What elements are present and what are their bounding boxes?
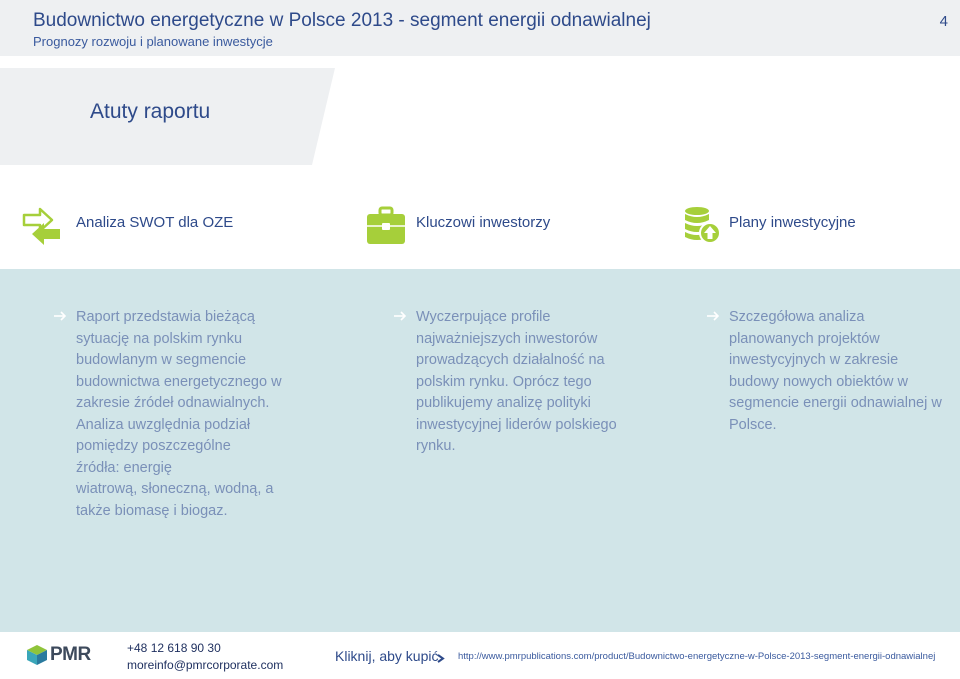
column-line: pomiędzy poszczególne — [76, 438, 231, 454]
page-header: Budownictwo energetyczne w Polsce 2013 -… — [0, 0, 960, 56]
column-line: budowy nowych obiektów w — [729, 373, 908, 390]
column-line: najważniejszych inwestorów — [416, 330, 598, 347]
column-line: wiatrową, słoneczną, wodną, a — [76, 481, 274, 497]
column-investors: Wyczerpujące profile najważniejszych inw… — [394, 307, 656, 458]
buy-link[interactable]: Kliknij, aby kupić — [335, 648, 439, 664]
swot-arrows-icon — [22, 207, 60, 245]
column-line: inwestycyjnych w zakresie — [729, 352, 899, 368]
column-line: zakresie źródeł odnawialnych. — [76, 395, 270, 411]
column-line: rynku. — [416, 438, 456, 454]
page-number: 4 — [939, 13, 948, 30]
column-line: także biomasę i biogaz. — [76, 502, 228, 519]
report-subtitle: Prognozy rozwoju i planowane inwestycje — [33, 34, 273, 49]
column-line: budowlanym w segmencie — [76, 352, 247, 368]
column-line: publikujemy analizę polityki — [416, 395, 591, 411]
arrow-right-icon — [394, 311, 407, 321]
contact-email[interactable]: moreinfo@pmrcorporate.com — [127, 658, 283, 672]
column-line: źródła: energię — [76, 459, 172, 476]
column-line: Raport przedstawia bieżącą — [76, 309, 255, 325]
column-line: segmencie energii odnawialnej w — [729, 395, 942, 411]
column-swot: Raport przedstawia bieżącą sytuację na p… — [54, 307, 306, 522]
arrow-right-icon — [707, 311, 720, 321]
briefcase-icon — [367, 206, 405, 244]
product-url-link[interactable]: http://www.pmrpublications.com/product/B… — [458, 651, 935, 662]
column-line: inwestycyjnej liderów polskiego — [416, 416, 617, 433]
column-line: Analiza uwzględnia podział — [76, 416, 251, 433]
feature-label-plans: Plany inwestycyjne — [729, 214, 856, 231]
pmr-cube-icon — [27, 645, 47, 665]
arrow-right-icon — [54, 311, 67, 321]
contact-phone: +48 12 618 90 30 — [127, 641, 221, 655]
column-line: polskim rynku. Oprócz tego — [416, 373, 592, 390]
database-upload-icon — [685, 207, 721, 244]
section-title: Atuty raportu — [90, 100, 211, 123]
column-plans: Szczegółowa analiza planowanych projektó… — [707, 307, 954, 436]
pmr-logo: PMR — [50, 644, 91, 665]
column-line: budownictwa energetycznego w — [76, 373, 282, 390]
column-line: prowadzących działalność na — [416, 352, 605, 368]
column-line: sytuację na polskim rynku — [76, 330, 243, 347]
feature-label-investors: Kluczowi inwestorzy — [416, 214, 551, 231]
column-line: Szczegółowa analiza — [729, 309, 865, 325]
column-line: planowanych projektów — [729, 330, 880, 347]
column-line: Wyczerpujące profile — [416, 309, 551, 325]
feature-label-swot: Analiza SWOT dla OZE — [76, 214, 234, 231]
report-title: Budownictwo energetyczne w Polsce 2013 -… — [33, 10, 651, 31]
column-line: Polsce. — [729, 416, 777, 433]
chevron-right-icon[interactable] — [437, 654, 445, 663]
